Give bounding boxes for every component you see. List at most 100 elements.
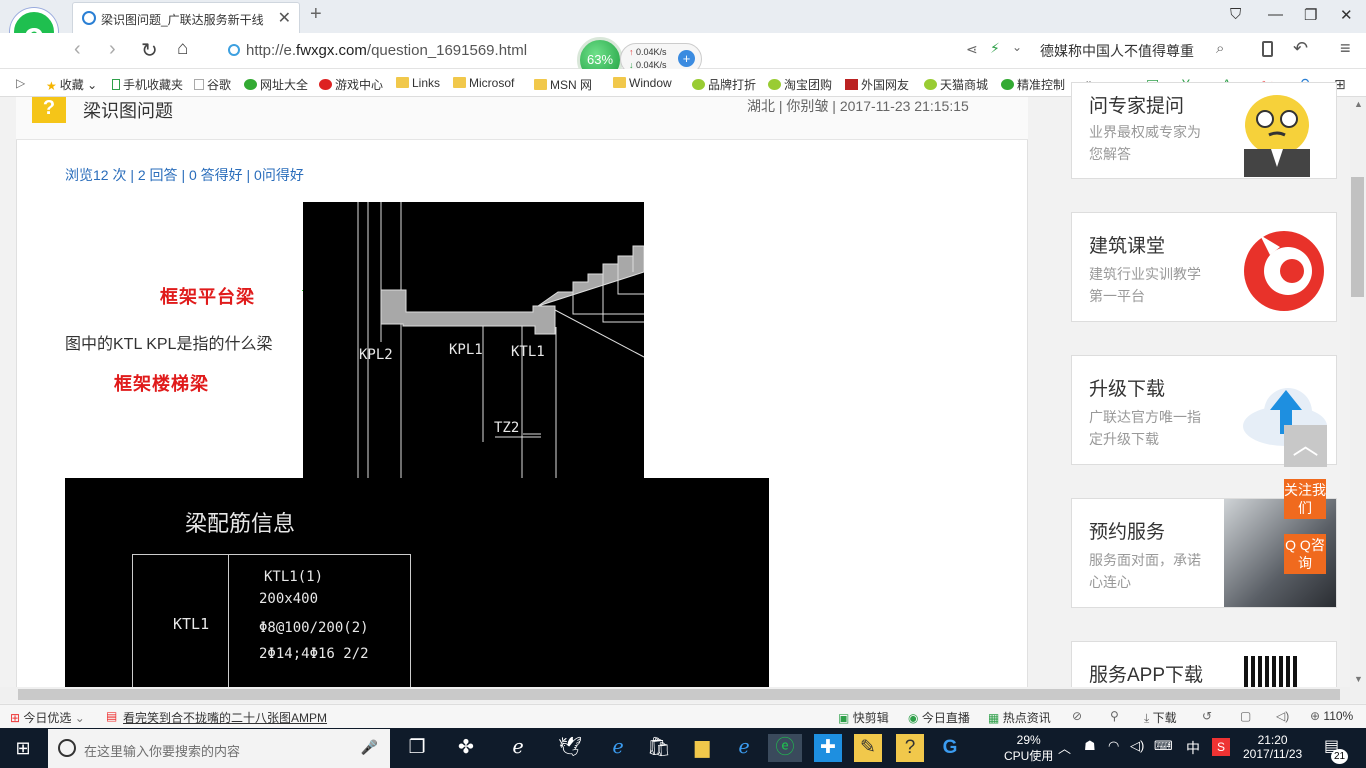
forward-icon[interactable]: › <box>109 38 116 61</box>
question-title: 梁识图问题 <box>83 101 173 121</box>
task-view-icon[interactable]: ❐ <box>403 734 431 762</box>
dropdown-chevron-icon[interactable]: ⌄ <box>1012 40 1022 54</box>
home-icon[interactable]: ⌂ <box>177 38 188 60</box>
card-ask-expert[interactable]: 问专家提问 业界最权威专家为您解答 <box>1071 82 1337 179</box>
horizontal-scroll-thumb[interactable] <box>18 689 1340 700</box>
speed-icon[interactable]: ⊘ <box>1072 709 1082 723</box>
pin-icon[interactable]: ⚲ <box>1110 709 1119 723</box>
news-icon: ▤ <box>106 709 118 723</box>
bookmark-foreign[interactable]: 外国网友 <box>845 76 909 93</box>
volume-icon[interactable]: ◁) <box>1130 738 1144 754</box>
back-icon[interactable]: ‹ <box>74 38 81 61</box>
cortana-icon <box>58 739 76 757</box>
tray-person-icon[interactable]: ☗ <box>1084 738 1096 754</box>
clock[interactable]: 21:20 2017/11/23 <box>1243 733 1302 761</box>
scroll-down-icon[interactable]: ▼ <box>1354 674 1363 684</box>
label-kpl1: KPL1 <box>449 342 483 358</box>
bookmark-games[interactable]: 游戏中心 <box>319 76 383 93</box>
follow-us-button[interactable]: 关注我们 <box>1284 479 1326 519</box>
scroll-up-icon[interactable]: ▲ <box>1354 99 1363 109</box>
shirt-skin-icon[interactable]: ⛉ <box>1230 6 1241 23</box>
card-title: 问专家提问 <box>1089 96 1185 117</box>
label-kpl2: KPL2 <box>359 347 393 363</box>
active-browser-task-icon[interactable]: ⓔ <box>768 734 802 762</box>
sound-icon[interactable]: ◁) <box>1276 709 1289 723</box>
tray-expand-icon[interactable]: ︿ <box>1058 738 1071 757</box>
share-icon[interactable]: ⋖ <box>966 41 978 58</box>
table-divider <box>228 554 229 687</box>
menu-icon[interactable]: ≡ <box>1340 38 1351 59</box>
card-course[interactable]: 建筑课堂 建筑行业实训教学第一平台 <box>1071 212 1337 322</box>
active-tab[interactable]: 梁识图问题_广联达服务新干线 ✕ <box>72 2 300 33</box>
bird-app-icon[interactable]: 🕊 <box>556 734 584 762</box>
bookmark-mobile[interactable]: 手机收藏夹 <box>112 76 183 93</box>
bookmark-precise[interactable]: 精准控制 <box>1001 76 1065 93</box>
zoom-level[interactable]: ⊕ 110% <box>1310 709 1353 723</box>
search-icon[interactable]: ⌕ <box>1216 40 1224 57</box>
notes-app-icon[interactable]: ✎ <box>854 734 882 762</box>
lightning-icon[interactable]: ⚡ <box>990 40 1000 57</box>
tab-close-icon[interactable]: ✕ <box>278 8 291 28</box>
cad-rebar-info[interactable]: 梁配筋信息 KTL1 KTL1(1) 200x400 Φ8@100/200(2)… <box>65 478 769 687</box>
windows-start-icon[interactable]: ⊞ <box>9 734 37 762</box>
fan-app-icon[interactable]: ✤ <box>452 734 480 762</box>
new-tab-icon[interactable]: + <box>310 3 322 26</box>
microphone-icon[interactable]: 🎤 <box>361 739 378 756</box>
notification-count: 21 <box>1331 749 1348 764</box>
blue-plus-app-icon[interactable]: ✚ <box>814 734 842 762</box>
bookmark-hao[interactable]: 网址大全 <box>244 76 308 93</box>
url-path: /question_1691569.html <box>366 42 528 59</box>
help-app-icon[interactable]: ? <box>896 734 924 762</box>
card-title: 服务APP下载 <box>1089 665 1204 686</box>
bookmark-google[interactable]: 谷歌 <box>194 76 231 93</box>
download-manager[interactable]: ⤓ 下载 <box>1144 709 1177 726</box>
restore-icon[interactable]: ❐ <box>1304 6 1317 24</box>
spec-stirrup: Φ8@100/200(2) <box>259 620 369 636</box>
bookmark-msn[interactable]: MSN 网 <box>534 76 592 93</box>
url-domain: fwxgx.com <box>296 42 367 59</box>
taskbar-search[interactable]: 在这里输入你要搜索的内容 🎤 <box>48 729 390 768</box>
file-explorer-icon[interactable]: ▆ <box>688 734 716 762</box>
window-icon[interactable]: ▢ <box>1240 709 1251 723</box>
bookmark-favorites[interactable]: ★ 收藏 ⌄ <box>46 76 97 93</box>
close-window-icon[interactable]: ✕ <box>1340 6 1353 24</box>
status-news-link[interactable]: 看完笑到合不拢嘴的二十八张图AMPM <box>123 709 327 726</box>
vertical-scroll-thumb[interactable] <box>1351 177 1364 297</box>
wifi-icon[interactable]: ◠ <box>1108 738 1119 754</box>
sidebar-toggle-icon[interactable]: ▷ <box>16 76 25 90</box>
edge-icon[interactable]: ℯ <box>604 734 632 762</box>
address-bar[interactable]: http://e.fwxgx.com/question_1691569.html <box>246 42 527 59</box>
g-app-icon[interactable]: G <box>936 734 964 762</box>
bookmark-taobao[interactable]: 淘宝团购 <box>768 76 832 93</box>
refresh-status-icon[interactable]: ↺ <box>1202 709 1212 723</box>
qq-consult-button[interactable]: Q Q咨询 <box>1284 534 1326 574</box>
keyboard-icon[interactable]: ⌨ <box>1154 738 1173 754</box>
sogou-ime-icon[interactable]: S <box>1212 738 1230 756</box>
question-stats[interactable]: 浏览12 次 | 2 回答 | 0 答得好 | 0问得好 <box>65 165 304 185</box>
bookmark-brand[interactable]: 品牌打折 <box>692 76 756 93</box>
reload-icon[interactable]: ↻ <box>141 38 158 63</box>
cpu-usage[interactable]: 29% CPU使用 <box>1004 733 1053 764</box>
news-ticker[interactable]: 德媒称中国人不值得尊重 <box>1040 41 1194 61</box>
url-prefix: http://e. <box>246 42 297 59</box>
card-title: 建筑课堂 <box>1089 236 1166 257</box>
today-live[interactable]: ◉ 今日直播 <box>908 709 970 726</box>
phone-icon[interactable] <box>1262 41 1273 57</box>
undo-icon[interactable]: ↶ <box>1293 38 1308 59</box>
quick-cut[interactable]: ▣ 快剪辑 <box>838 709 889 726</box>
cad-drawing-section[interactable]: KPL2 KPL1 KTL1 TZ2 <box>303 202 644 480</box>
browser-e-icon[interactable]: ℯ <box>504 734 532 762</box>
minimize-icon[interactable]: — <box>1268 6 1283 23</box>
hot-news[interactable]: ▦ 热点资讯 <box>988 709 1051 726</box>
card-desc: 建筑行业实训教学第一平台 <box>1089 266 1201 304</box>
ie-icon[interactable]: ℯ <box>730 734 758 762</box>
ime-indicator[interactable]: 中 <box>1186 738 1200 758</box>
bookmark-windows[interactable]: Window <box>613 76 672 90</box>
bookmark-tmall[interactable]: 天猫商城 <box>924 76 988 93</box>
back-to-top-icon[interactable]: ︿ <box>1284 425 1327 467</box>
bookmark-links[interactable]: Links <box>396 76 440 90</box>
store-icon[interactable]: 🛍 <box>645 734 673 762</box>
accelerate-icon[interactable]: + <box>678 50 695 67</box>
today-picks[interactable]: ⊞ 今日优选 ⌄ <box>10 709 85 726</box>
bookmark-microsoft[interactable]: Microsof <box>453 76 514 90</box>
